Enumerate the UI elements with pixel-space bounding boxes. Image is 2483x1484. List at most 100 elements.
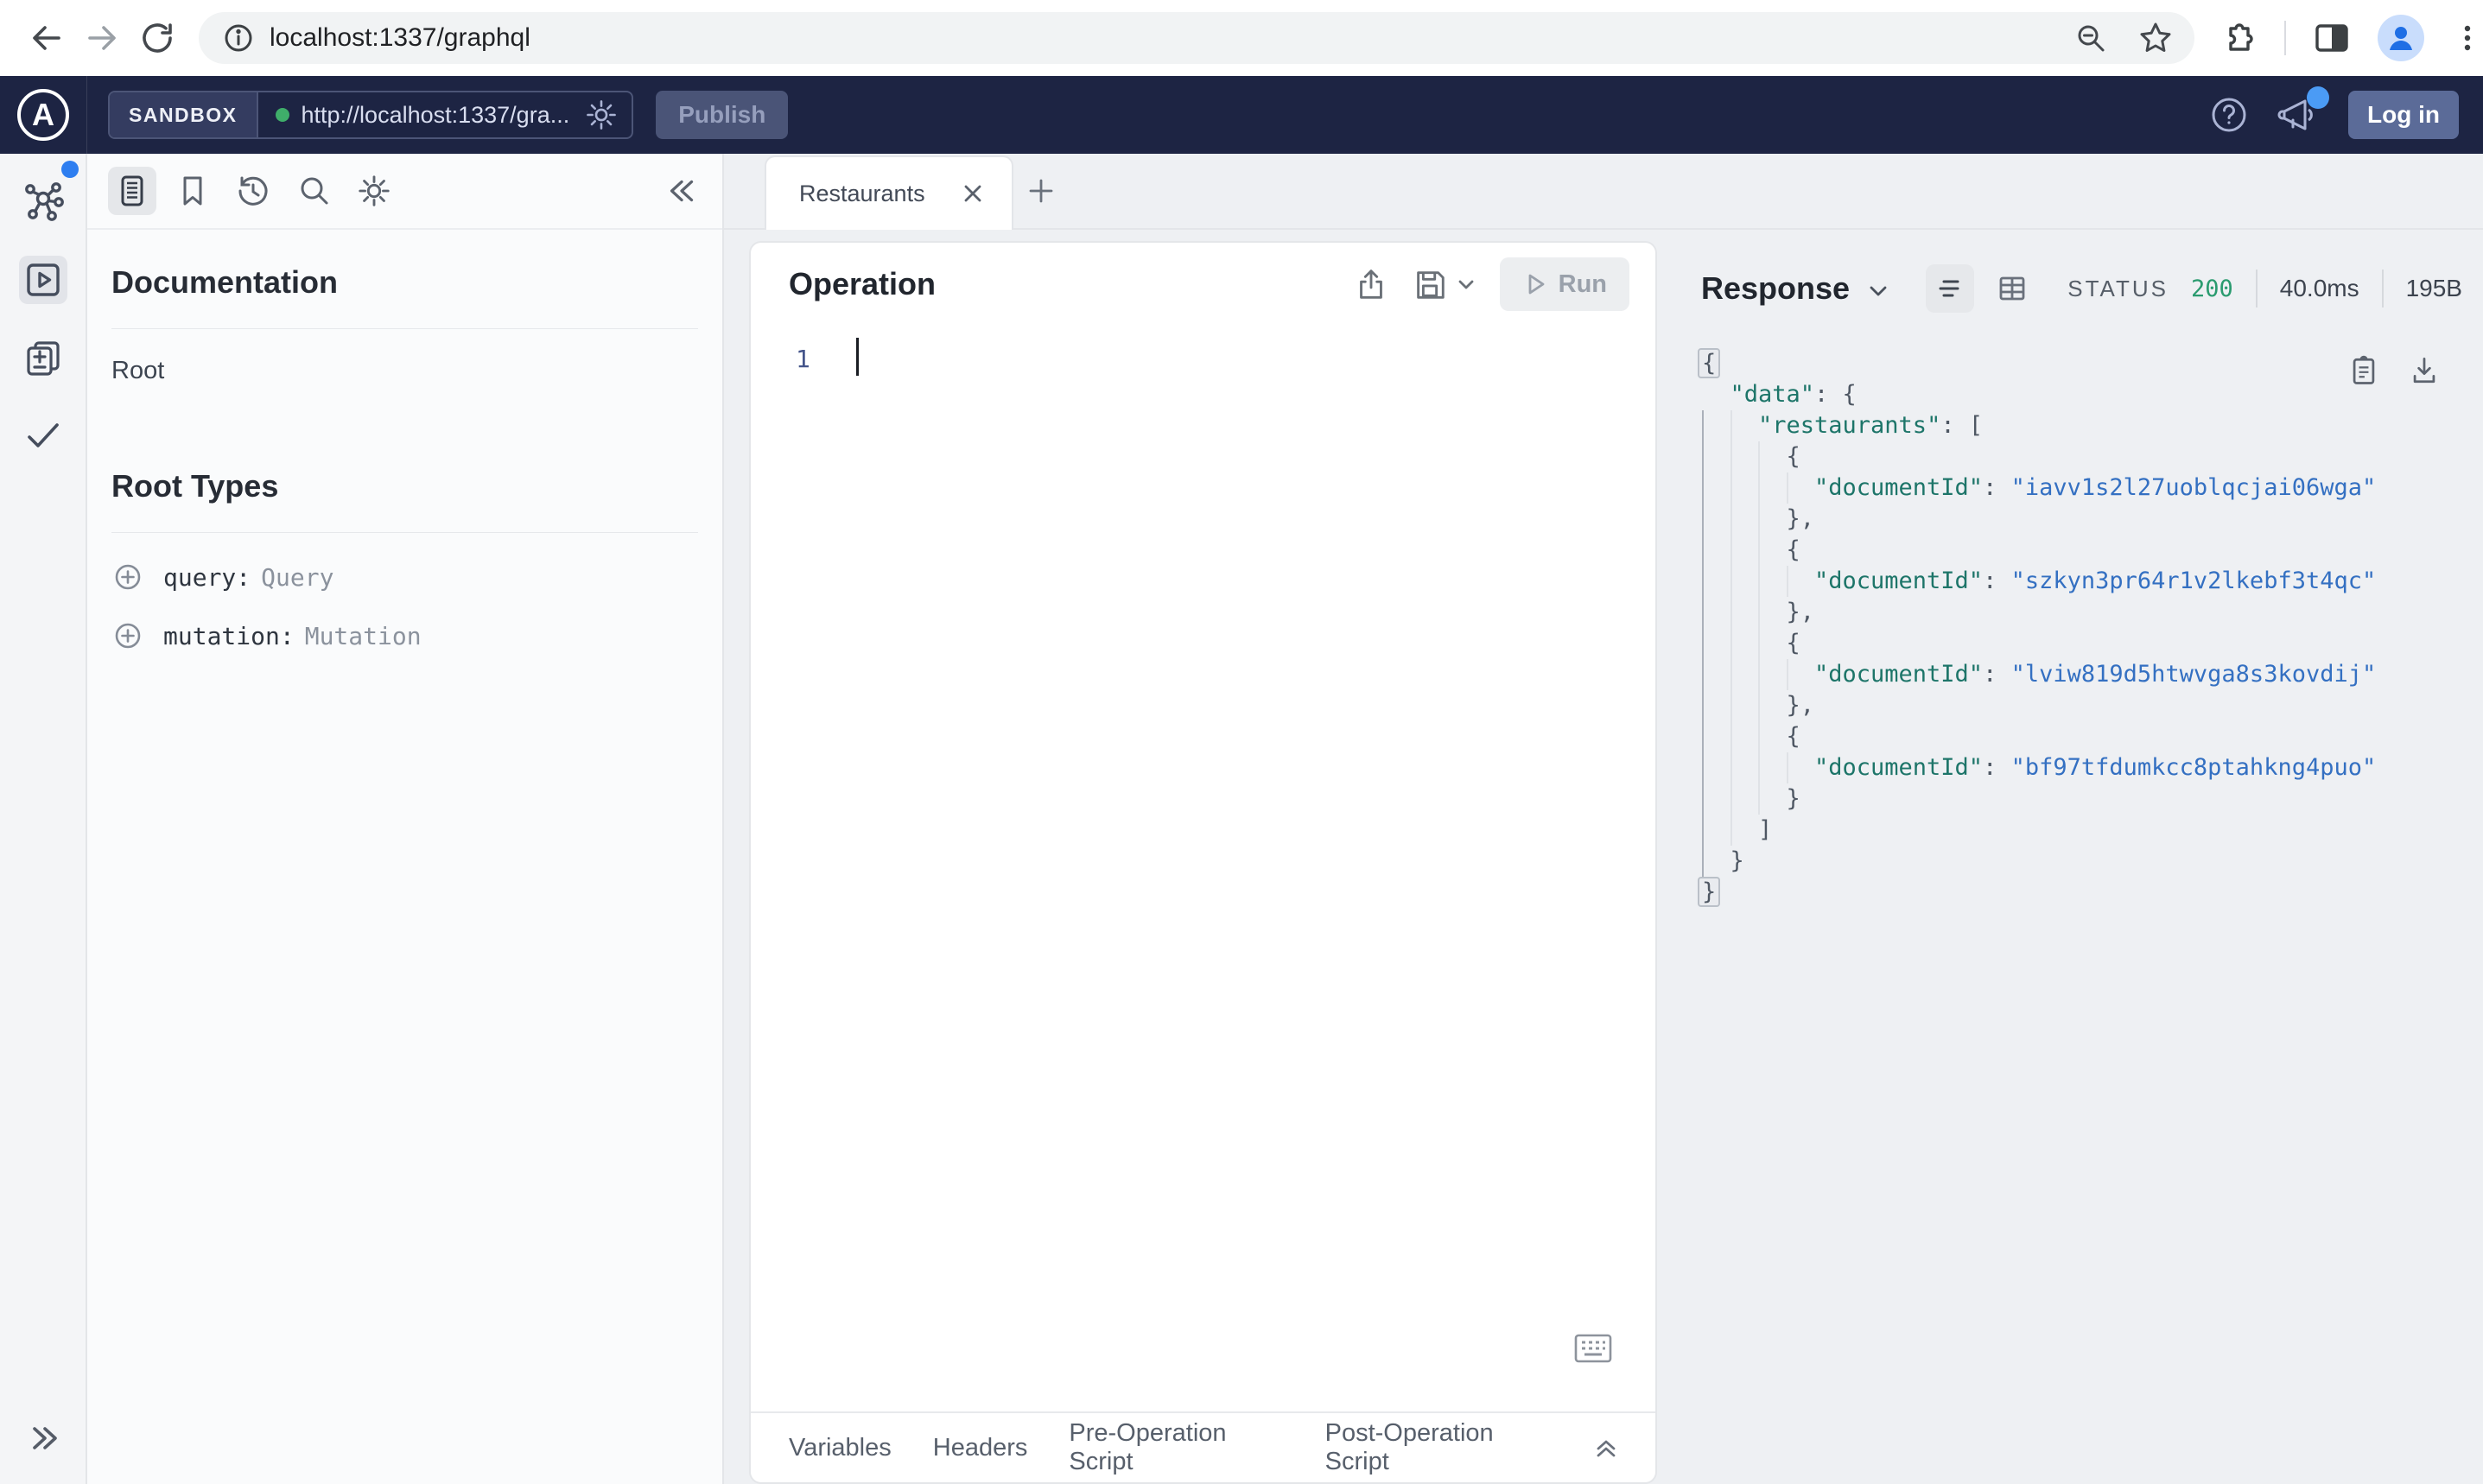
field-name[interactable]: mutation: [163, 622, 295, 650]
schema-graph-icon[interactable] [19, 178, 67, 226]
save-icon[interactable] [1412, 266, 1448, 302]
add-field-icon[interactable] [111, 561, 144, 593]
tab-pre-operation-script[interactable]: Pre-Operation Script [1069, 1419, 1283, 1476]
expand-footer-icon[interactable] [1591, 1433, 1621, 1462]
checks-icon[interactable] [19, 411, 67, 460]
copy-response-icon[interactable] [2346, 353, 2381, 388]
login-button[interactable]: Log in [2348, 91, 2459, 139]
bookmark-star-icon[interactable] [2137, 20, 2174, 56]
response-json-line: { [1702, 535, 2483, 566]
response-json-line: "documentId": "szkyn3pr64r1v2lkebf3t4qc" [1702, 566, 2483, 597]
publish-button[interactable]: Publish [656, 91, 789, 139]
response-json-line: "restaurants": [ [1702, 410, 2483, 441]
new-tab-icon[interactable] [1013, 154, 1069, 228]
operation-panel: Operation Run 1 Variables Headers Pre-Op… [749, 241, 1657, 1484]
rail-notification-dot [61, 161, 79, 178]
response-json-viewer[interactable]: { "data": { "restaurants": [ { "document… [1657, 336, 2483, 1484]
root-type-row-mutation[interactable]: mutation: Mutation [111, 619, 698, 652]
field-name[interactable]: query: [163, 563, 251, 592]
expand-rail-icon[interactable] [24, 1418, 64, 1458]
share-operation-icon[interactable] [1353, 266, 1389, 302]
field-type[interactable]: Query [261, 563, 333, 592]
save-operation-group[interactable] [1412, 266, 1477, 302]
response-json-line: }, [1702, 597, 2483, 628]
line-number: 1 [796, 345, 810, 373]
back-icon[interactable] [19, 10, 74, 66]
collapse-docs-icon[interactable] [664, 172, 702, 210]
meta-divider [2255, 270, 2258, 308]
run-button[interactable]: Run [1499, 257, 1629, 311]
help-icon[interactable] [2208, 94, 2250, 136]
tab-variables[interactable]: Variables [789, 1434, 892, 1462]
keyboard-shortcuts-icon[interactable] [1574, 1334, 1612, 1363]
search-icon[interactable] [289, 167, 338, 215]
response-json-line: ] [1702, 815, 2483, 846]
zoom-out-icon[interactable] [2073, 21, 2108, 55]
response-dropdown[interactable]: Response [1701, 270, 1891, 307]
download-response-icon[interactable] [2407, 353, 2442, 388]
response-chevron-icon [1865, 278, 1891, 304]
response-json-line: } [1702, 846, 2483, 877]
url-text[interactable]: localhost:1337/graphql [270, 23, 2073, 53]
response-duration: 40.0ms [2279, 275, 2359, 301]
toolbar-divider [2284, 21, 2286, 55]
reload-icon[interactable] [130, 10, 185, 66]
response-json-line: { [1702, 441, 2483, 472]
announcements-notification-dot [2307, 86, 2330, 109]
root-type-row-query[interactable]: query: Query [111, 561, 698, 593]
response-json-lines: { "data": { "restaurants": [ { "document… [1698, 348, 2483, 908]
status-label: STATUS [2067, 275, 2169, 301]
tab-post-operation-script[interactable]: Post-Operation Script [1325, 1419, 1550, 1476]
explorer-icon[interactable] [18, 256, 67, 304]
saved-operations-icon[interactable] [168, 167, 217, 215]
connection-status-dot [275, 108, 289, 122]
close-tab-icon[interactable] [960, 181, 986, 206]
endpoint-url[interactable]: http://localhost:1337/gra... [302, 102, 570, 129]
forward-icon[interactable] [74, 10, 130, 66]
response-size: 195B [2405, 275, 2462, 301]
tab-label[interactable]: Restaurants [799, 181, 925, 207]
response-panel: Response STATUS 200 40.0ms 195B {"data"… [1657, 241, 2483, 1484]
operation-title: Operation [789, 266, 937, 301]
endpoint-settings-icon[interactable] [585, 98, 618, 131]
response-title[interactable]: Response [1701, 270, 1850, 307]
add-field-icon[interactable] [111, 619, 144, 652]
operation-editor[interactable]: 1 [751, 326, 1655, 1411]
extensions-icon[interactable] [2219, 18, 2258, 58]
operation-tabbar: Restaurants [724, 154, 2483, 230]
raw-view-icon[interactable] [1926, 264, 1975, 313]
profile-avatar[interactable] [2378, 15, 2424, 61]
browser-toolbar: localhost:1337/graphql [0, 0, 2483, 76]
response-json-line: }, [1702, 690, 2483, 721]
text-cursor [856, 338, 859, 376]
apollo-logo[interactable]: A [0, 76, 87, 154]
side-panel-icon[interactable] [2312, 18, 2352, 58]
tab-headers[interactable]: Headers [933, 1434, 1028, 1462]
changelog-icon[interactable] [19, 333, 67, 382]
address-bar[interactable]: localhost:1337/graphql [199, 12, 2194, 64]
documentation-tab-icon[interactable] [108, 167, 156, 215]
tab-restaurants[interactable]: Restaurants [765, 155, 1013, 230]
endpoint-chip[interactable]: SANDBOX http://localhost:1337/gra... [108, 91, 634, 139]
meta-divider [2381, 270, 2384, 308]
site-info-icon[interactable] [219, 19, 257, 57]
announcements-icon[interactable] [2277, 86, 2330, 136]
docs-divider [111, 328, 698, 329]
response-json-line: "documentId": "bf97tfdumkcc8ptahkng4puo" [1702, 752, 2483, 783]
docs-root-breadcrumb[interactable]: Root [111, 357, 698, 385]
apollo-header: A SANDBOX http://localhost:1337/gra... P… [0, 76, 2483, 154]
response-json-line: } [1698, 877, 2483, 908]
settings-icon[interactable] [350, 167, 398, 215]
status-code: 200 [2190, 275, 2233, 302]
docs-divider [111, 532, 698, 533]
left-rail [0, 154, 87, 1484]
table-view-icon[interactable] [1988, 264, 2036, 313]
save-dropdown-chevron-icon[interactable] [1455, 273, 1477, 295]
history-icon[interactable] [229, 167, 277, 215]
root-types-title: Root Types [111, 468, 279, 504]
browser-menu-icon[interactable] [2450, 21, 2483, 55]
response-json-line: }, [1702, 504, 2483, 535]
docs-title: Documentation [111, 264, 339, 300]
docs-toolbar [87, 154, 722, 230]
field-type[interactable]: Mutation [305, 622, 422, 650]
